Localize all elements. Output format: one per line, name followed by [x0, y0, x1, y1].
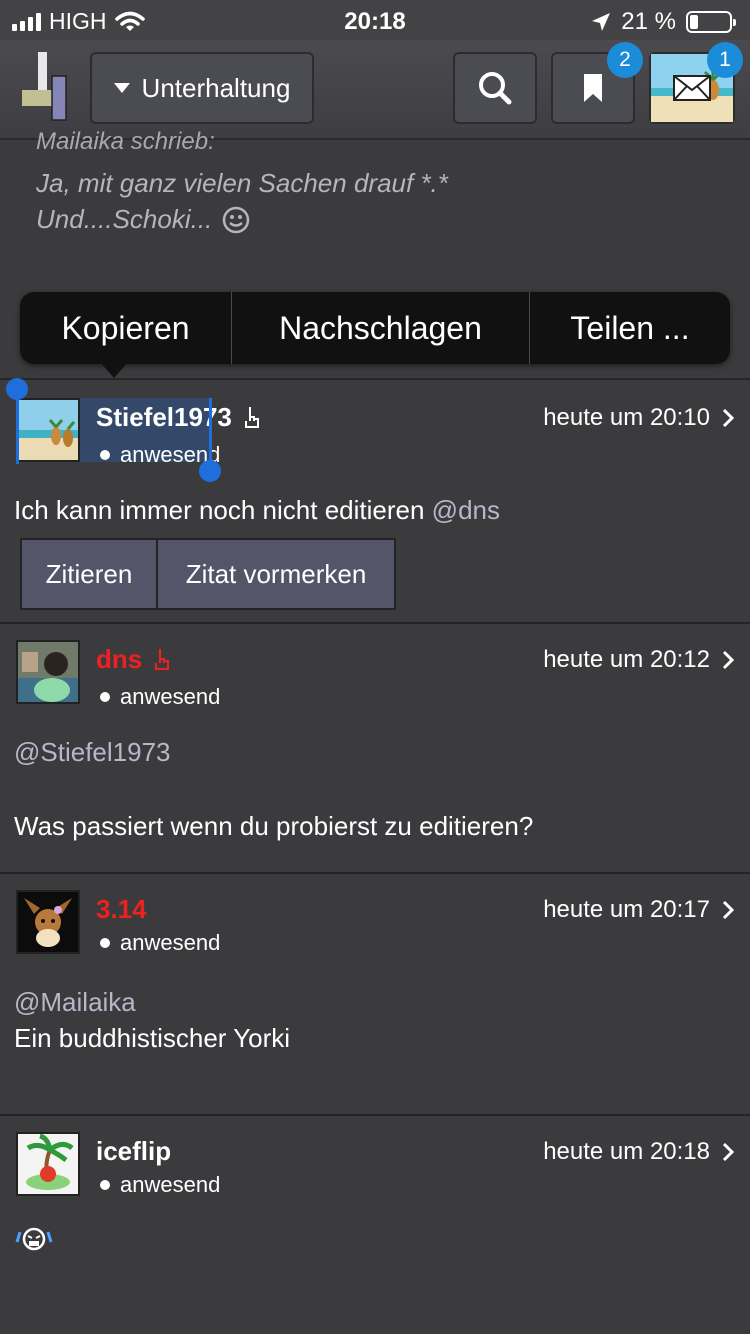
author-stiefel1973[interactable]: Stiefel1973 [96, 402, 262, 433]
text-selection-menu: Kopieren Nachschlagen Teilen ... [20, 292, 730, 364]
beach-avatar-icon [18, 400, 78, 460]
post-time: heute um 20:18 [543, 1138, 710, 1165]
quote-line-1: Ja, mit ganz vielen Sachen drauf *.* [36, 168, 448, 198]
post-actions: Zitieren Zitat vormerken [20, 538, 396, 610]
forum-dropdown[interactable]: Unterhaltung [90, 52, 314, 124]
bookmark-icon [584, 74, 602, 102]
app-header: Unterhaltung 2 1 [0, 40, 750, 140]
pointing-hand-icon [155, 648, 170, 670]
selection-start-handle[interactable] [6, 378, 28, 400]
search-icon [479, 72, 512, 105]
post-time: heute um 20:10 [543, 404, 710, 431]
status-right: 21 % [591, 8, 736, 36]
post-time-link[interactable]: heute um 20:18 [543, 1138, 734, 1166]
online-dot-icon [100, 692, 110, 702]
share-menu-item[interactable]: Teilen ... [530, 292, 730, 364]
mention-link[interactable]: @dns [432, 495, 500, 525]
presence-iceflip: anwesend [100, 1172, 220, 1198]
bookmarks-badge: 2 [607, 42, 643, 78]
post-body-text: Ich kann immer noch nicht editieren [14, 495, 425, 525]
chevron-right-icon [722, 1142, 734, 1162]
quote-button[interactable]: Zitieren [22, 540, 156, 608]
author-name: dns [96, 644, 143, 674]
quote-author: Mailaika schrieb: [36, 128, 215, 155]
presence-label: anwesend [120, 1172, 221, 1197]
mention-link[interactable]: @Mailaika [14, 984, 136, 1020]
location-arrow-icon [592, 13, 611, 31]
quote-line-2: Und....Schoki... [36, 204, 250, 235]
messages-button[interactable]: 1 [649, 42, 743, 124]
battery-icon [686, 11, 736, 33]
post-stiefel1973: Stiefel1973 anwesend heute um 20:10 Ich … [0, 378, 750, 624]
menu-pointer [100, 362, 128, 378]
site-logo[interactable] [20, 52, 70, 124]
avatar-stiefel1973[interactable] [16, 398, 80, 462]
chevron-right-icon [722, 650, 734, 670]
presence-label: anwesend [120, 684, 221, 709]
eevee-avatar-icon [18, 892, 78, 952]
crying-emoji-icon [15, 1227, 53, 1251]
post-iceflip: iceflip anwesend heute um 20:18 [0, 1116, 750, 1334]
mention-link[interactable]: @Stiefel1973 [14, 734, 171, 770]
post-body-text: Was passiert wenn du probierst zu editie… [14, 811, 534, 841]
battery-percent: 21 % [621, 8, 676, 35]
chevron-right-icon [722, 408, 734, 428]
caret-down-icon [113, 83, 130, 93]
lookup-menu-item[interactable]: Nachschlagen [232, 292, 529, 364]
online-dot-icon [100, 1180, 110, 1190]
selection-start-bar [16, 392, 19, 464]
presence-dns: anwesend [100, 684, 220, 710]
bookmarks-button[interactable]: 2 [551, 42, 643, 124]
post-body: Ich kann immer noch nicht editieren @dns [14, 492, 500, 528]
presence-label: anwesend [120, 930, 221, 955]
smiley-icon [223, 206, 250, 233]
presence-3-14: anwesend [100, 930, 220, 956]
quote-line-2-text: Und....Schoki... [36, 204, 213, 234]
mark-quote-button[interactable]: Zitat vormerken [156, 540, 394, 608]
post-time-link[interactable]: heute um 20:10 [543, 404, 734, 432]
messages-badge: 1 [707, 42, 743, 78]
author-3-14[interactable]: 3.14 [96, 894, 147, 925]
post-body-text: Ein buddhistischer Yorki [14, 1023, 291, 1053]
avatar-dns[interactable] [16, 640, 80, 704]
pointing-hand-icon [244, 406, 259, 428]
forum-dropdown-label: Unterhaltung [141, 72, 291, 103]
avatar-iceflip[interactable] [16, 1132, 80, 1196]
post-dns: dns anwesend heute um 20:12 @Stiefel1973… [0, 624, 750, 874]
status-bar: HIGH 20:18 21 % [0, 0, 750, 40]
post-time-link[interactable]: heute um 20:12 [543, 646, 734, 674]
post-3-14: 3.14 anwesend heute um 20:17 @Mailaika E… [0, 874, 750, 1116]
author-iceflip[interactable]: iceflip [96, 1136, 171, 1167]
online-dot-icon [100, 450, 110, 460]
avatar-3-14[interactable] [16, 890, 80, 954]
palm-island-avatar-icon [18, 1134, 78, 1194]
author-dns[interactable]: dns [96, 644, 172, 675]
post-time: heute um 20:17 [543, 896, 710, 923]
online-dot-icon [100, 938, 110, 948]
author-name: iceflip [96, 1136, 172, 1166]
post-time: heute um 20:12 [543, 646, 710, 673]
dns-avatar-icon [18, 642, 78, 702]
copy-menu-item[interactable]: Kopieren [20, 292, 231, 364]
chevron-right-icon [722, 900, 734, 920]
search-button[interactable] [453, 52, 537, 124]
selection-end-handle[interactable] [199, 460, 221, 482]
post-time-link[interactable]: heute um 20:17 [543, 896, 734, 924]
envelope-icon [673, 75, 711, 101]
author-name: 3.14 [96, 894, 147, 924]
